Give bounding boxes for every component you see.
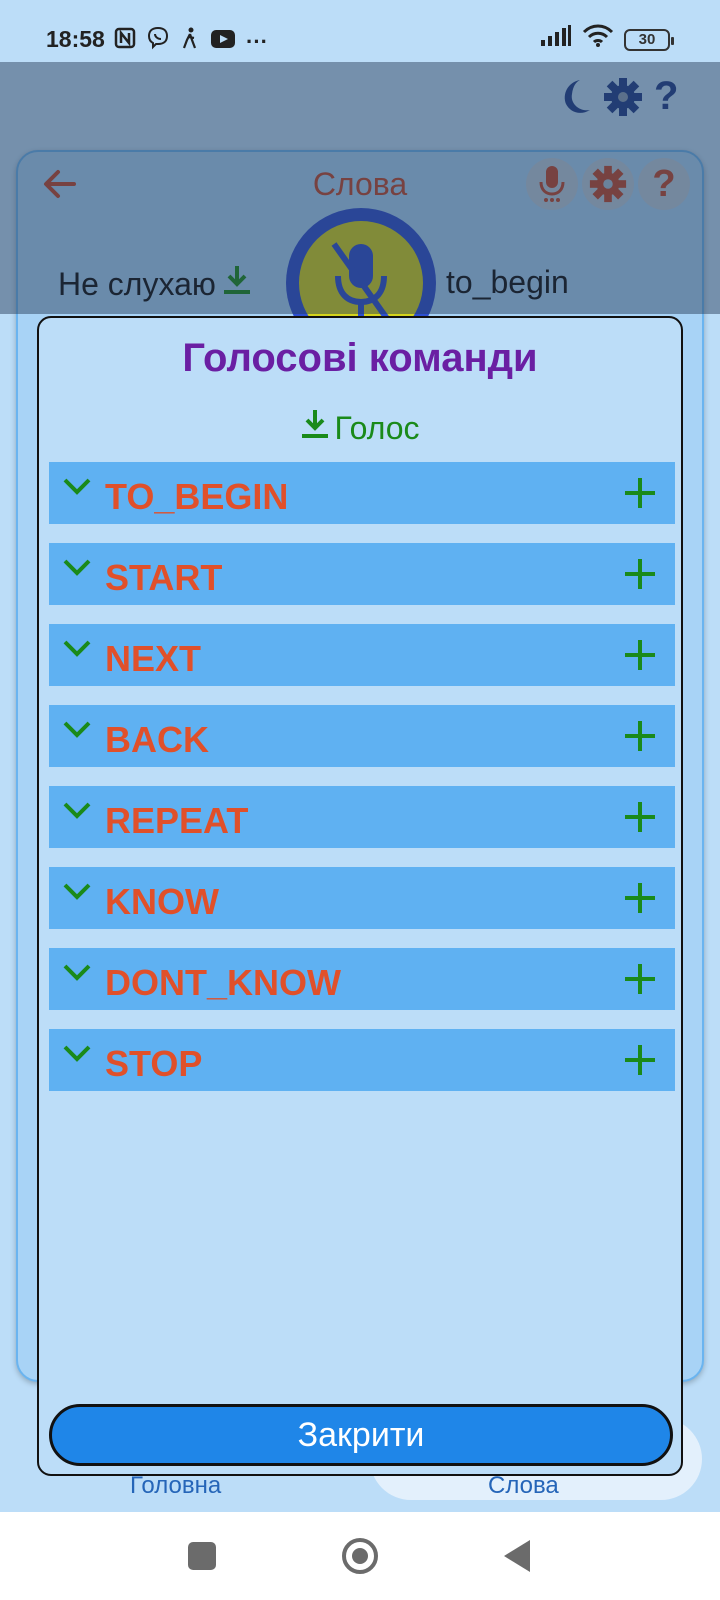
modal-scrim[interactable] (0, 62, 720, 314)
command-label: TO_BEGIN (105, 476, 289, 517)
status-bar: 18:58 ··· 30 (0, 0, 720, 62)
close-button[interactable]: Закрити (49, 1404, 673, 1466)
plus-icon[interactable] (623, 1043, 657, 1082)
more-notifications-icon: ··· (246, 28, 268, 54)
walking-icon (180, 26, 200, 57)
viber-icon (146, 26, 170, 57)
recents-icon[interactable] (188, 1542, 216, 1570)
status-time: 18:58 (46, 26, 105, 52)
home-icon[interactable] (342, 1538, 378, 1574)
command-list: TO_BEGIN START NEXT BACK REPEAT KNOW DON… (49, 462, 675, 1110)
command-item[interactable]: KNOW (49, 867, 675, 929)
voice-download-link[interactable]: Голос (39, 408, 681, 448)
plus-icon[interactable] (623, 800, 657, 839)
chevron-down-icon[interactable] (61, 555, 93, 584)
command-label: STOP (105, 1043, 203, 1084)
command-label: NEXT (105, 638, 202, 679)
nfc-icon (114, 27, 136, 56)
download-icon (300, 408, 330, 448)
system-navigation-bar (0, 1512, 720, 1600)
chevron-down-icon[interactable] (61, 474, 93, 503)
voice-commands-dialog: Голосові команди Голос TO_BEGIN START NE… (37, 316, 683, 1476)
command-label: DONT_KNOW (105, 962, 341, 1003)
command-item[interactable]: REPEAT (49, 786, 675, 848)
command-label: START (105, 557, 223, 598)
command-item[interactable]: BACK (49, 705, 675, 767)
battery-icon: 30 (624, 28, 674, 51)
command-label: KNOW (105, 881, 219, 922)
wifi-icon (582, 24, 614, 55)
nav-item-words[interactable]: Слова (488, 1472, 559, 1500)
command-item[interactable]: START (49, 543, 675, 605)
command-item[interactable]: TO_BEGIN (49, 462, 675, 524)
chevron-down-icon[interactable] (61, 1041, 93, 1070)
chevron-down-icon[interactable] (61, 636, 93, 665)
command-item[interactable]: STOP (49, 1029, 675, 1091)
youtube-icon (210, 28, 236, 56)
chevron-down-icon[interactable] (61, 717, 93, 746)
command-item[interactable]: NEXT (49, 624, 675, 686)
dialog-title: Голосові команди (182, 336, 538, 380)
command-item[interactable]: DONT_KNOW (49, 948, 675, 1010)
plus-icon[interactable] (623, 638, 657, 677)
plus-icon[interactable] (623, 881, 657, 920)
plus-icon[interactable] (623, 962, 657, 1001)
signal-icon (540, 25, 572, 54)
plus-icon[interactable] (623, 557, 657, 596)
chevron-down-icon[interactable] (61, 879, 93, 908)
voice-link-label: Голос (334, 409, 420, 446)
chevron-down-icon[interactable] (61, 798, 93, 827)
chevron-down-icon[interactable] (61, 960, 93, 989)
command-label: REPEAT (105, 800, 249, 841)
status-notification-icons: ··· (114, 26, 268, 57)
nav-item-home[interactable]: Головна (130, 1472, 221, 1500)
plus-icon[interactable] (623, 476, 657, 515)
back-icon[interactable] (504, 1540, 530, 1572)
status-system-icons: 30 (540, 24, 674, 55)
command-label: BACK (105, 719, 209, 760)
plus-icon[interactable] (623, 719, 657, 758)
